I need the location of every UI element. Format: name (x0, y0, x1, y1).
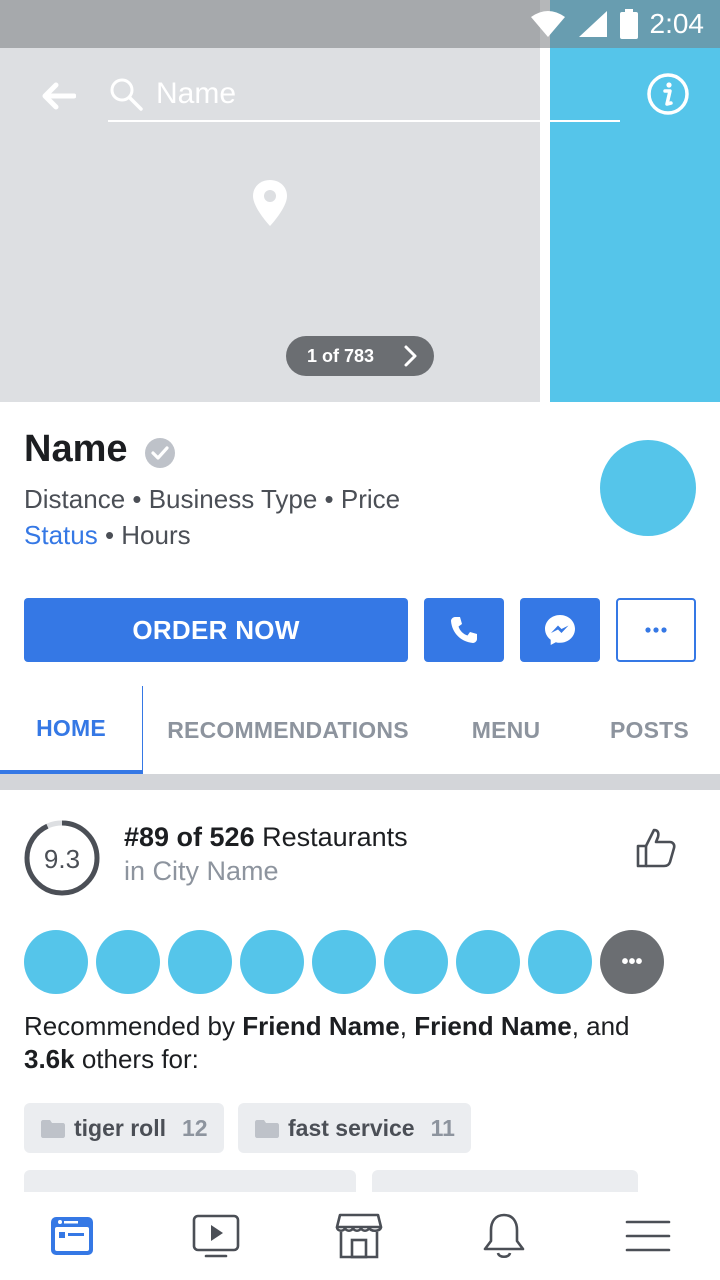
marketplace-icon (335, 1213, 383, 1259)
folder-icon (254, 1118, 280, 1138)
tag-label: fast service (288, 1114, 415, 1141)
tag-count: 11 (430, 1114, 455, 1141)
status-bar: 2:04 (0, 0, 720, 48)
order-now-button[interactable]: ORDER NOW (24, 598, 408, 662)
verified-badge-icon (145, 438, 175, 468)
cellular-signal-icon (578, 10, 608, 38)
tag-chip-partial[interactable] (372, 1170, 638, 1194)
rank-location: in City Name (124, 856, 279, 886)
rank-position: #89 of 526 (124, 822, 255, 852)
profile-picture[interactable] (600, 440, 696, 536)
info-button[interactable] (646, 72, 690, 116)
friend-name-link[interactable]: Friend Name (242, 1011, 400, 1041)
section-divider (0, 774, 720, 790)
friend-avatar[interactable] (240, 930, 304, 994)
tab-bar: HOME RECOMMENDATIONS MENU POSTS (0, 686, 720, 774)
page-title: Name (24, 428, 128, 470)
business-meta: Distance • Business Type • Price (24, 484, 401, 514)
friend-avatar[interactable] (384, 930, 448, 994)
back-button[interactable] (34, 72, 82, 120)
rating-score: 9.3 (22, 818, 102, 898)
bell-icon (483, 1213, 525, 1259)
nav-feed[interactable] (42, 1208, 102, 1264)
tag-chip[interactable]: fast service 11 (238, 1103, 471, 1153)
tab-posts[interactable]: POSTS (579, 686, 720, 774)
tag-label: tiger roll (74, 1114, 167, 1141)
friend-avatar[interactable] (168, 930, 232, 994)
nav-watch[interactable] (186, 1208, 246, 1264)
info-icon (647, 73, 689, 115)
messenger-icon (545, 615, 575, 645)
clock: 2:04 (649, 8, 705, 39)
thumbs-up-icon (636, 828, 676, 868)
ellipsis-icon (645, 627, 667, 633)
more-options-button[interactable] (616, 598, 696, 662)
like-button[interactable] (632, 824, 680, 872)
nav-notifications[interactable] (474, 1208, 534, 1264)
friend-avatar[interactable] (528, 930, 592, 994)
friend-avatar[interactable] (456, 930, 520, 994)
tag-chip-partial[interactable] (24, 1170, 356, 1194)
tag-count: 12 (182, 1114, 208, 1141)
more-recommenders-button[interactable]: ••• (600, 930, 664, 994)
cover-image-secondary (550, 0, 720, 402)
tag-chip[interactable]: tiger roll 12 (24, 1103, 224, 1153)
friend-avatar[interactable] (312, 930, 376, 994)
video-icon (192, 1214, 240, 1258)
bottom-navigation (0, 1192, 720, 1280)
recommender-avatars: ••• (24, 930, 664, 994)
battery-icon (619, 9, 638, 39)
pager-label: 1 of 783 (307, 345, 375, 366)
friend-avatar[interactable] (96, 930, 160, 994)
folder-icon (40, 1118, 66, 1138)
message-button[interactable] (520, 598, 600, 662)
status-line: Status • Hours (24, 520, 191, 551)
tab-recommendations[interactable]: RECOMMENDATIONS (143, 686, 433, 774)
nav-marketplace[interactable] (329, 1208, 389, 1264)
hours-label: • Hours (104, 520, 191, 550)
tab-home[interactable]: HOME (0, 686, 143, 774)
rank-category: Restaurants (262, 822, 408, 852)
search-icon (108, 76, 144, 112)
status-link[interactable]: Status (24, 520, 98, 550)
others-count[interactable]: 3.6k (24, 1044, 75, 1074)
photo-pager[interactable]: 1 of 783 (286, 336, 434, 376)
recommended-by-text: Recommended by Friend Name, Friend Name,… (24, 1011, 630, 1074)
phone-icon (451, 617, 477, 643)
chevron-right-icon (398, 344, 422, 373)
score-value: 9.3 (44, 844, 80, 874)
tab-menu[interactable]: MENU (433, 686, 579, 774)
arrow-left-icon (42, 82, 76, 110)
call-button[interactable] (424, 598, 504, 662)
location-pin-icon (250, 178, 290, 228)
search-input[interactable] (156, 77, 596, 111)
menu-icon (625, 1220, 671, 1252)
nav-menu[interactable] (618, 1208, 678, 1264)
friend-avatar[interactable] (24, 930, 88, 994)
cover-photo[interactable]: 1 of 783 (0, 0, 720, 402)
search-bar[interactable] (108, 68, 620, 122)
wifi-icon (530, 10, 566, 38)
friend-name-link[interactable]: Friend Name (414, 1011, 572, 1041)
rank-title: #89 of 526 Restaurants (124, 822, 408, 853)
cover-divider (540, 0, 550, 402)
feed-icon (51, 1217, 93, 1255)
